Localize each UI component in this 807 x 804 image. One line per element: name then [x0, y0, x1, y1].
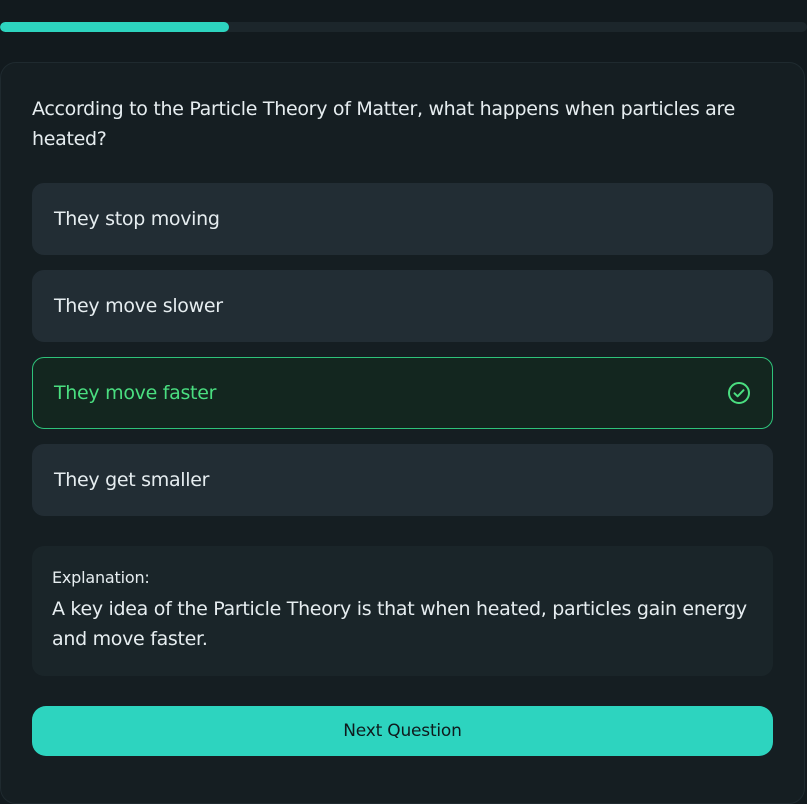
explanation-box: Explanation: A key idea of the Particle …: [32, 546, 773, 676]
progress-bar: [0, 22, 807, 32]
answer-option-4[interactable]: They get smaller: [32, 444, 773, 516]
answer-option-label: They get smaller: [54, 469, 210, 491]
check-circle-icon: [727, 381, 751, 405]
answer-option-label: They stop moving: [54, 208, 220, 230]
answer-option-1[interactable]: They stop moving: [32, 183, 773, 255]
question-text: According to the Particle Theory of Matt…: [32, 98, 736, 150]
explanation-title: Explanation:: [52, 568, 150, 587]
answer-option-label: They move faster: [54, 382, 217, 404]
answer-option-3-correct[interactable]: They move faster: [32, 357, 773, 429]
answer-option-2[interactable]: They move slower: [32, 270, 773, 342]
progress-bar-fill: [0, 22, 230, 32]
answer-option-label: They move slower: [54, 295, 223, 317]
next-question-button[interactable]: Next Question: [32, 706, 773, 756]
quiz-card: According to the Particle Theory of Matt…: [0, 62, 805, 804]
explanation-text: A key idea of the Particle Theory is tha…: [52, 598, 747, 650]
